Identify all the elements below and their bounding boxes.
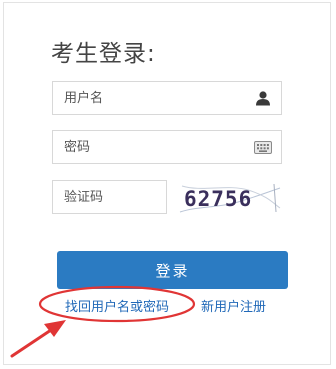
username-input[interactable] bbox=[53, 82, 243, 114]
keyboard-icon[interactable] bbox=[253, 139, 273, 155]
captcha-image[interactable]: 62756 bbox=[178, 178, 282, 218]
user-icon bbox=[256, 91, 270, 106]
register-link[interactable]: 新用户注册 bbox=[201, 296, 266, 315]
forgot-password-link[interactable]: 找回用户名或密码 bbox=[65, 296, 169, 315]
password-field[interactable] bbox=[52, 130, 282, 164]
login-page: 考生登录: 62756 登录 找回用户名或密码 bbox=[0, 0, 336, 369]
captcha-text: 62756 bbox=[184, 187, 252, 211]
captcha-field[interactable] bbox=[52, 180, 167, 214]
login-title: 考生登录: bbox=[51, 41, 156, 67]
login-button[interactable]: 登录 bbox=[57, 251, 288, 289]
captcha-input[interactable] bbox=[53, 181, 163, 213]
password-input[interactable] bbox=[53, 131, 243, 163]
username-field[interactable] bbox=[52, 81, 282, 115]
